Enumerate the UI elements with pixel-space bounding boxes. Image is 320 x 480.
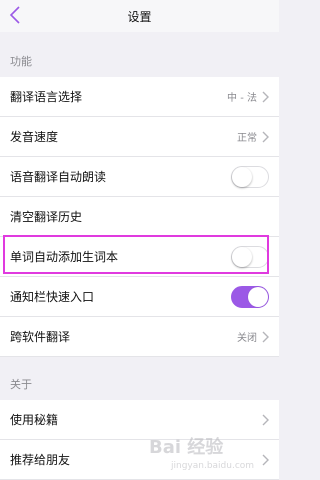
row-label: 使用秘籍 — [10, 413, 59, 427]
row-notification-shortcut: 通知栏快速入口 — [0, 277, 279, 317]
row-recommend-friends[interactable]: 推荐给朋友 — [0, 440, 279, 480]
chevron-right-icon — [262, 414, 269, 425]
section-header-features: 功能 — [10, 55, 32, 68]
row-label: 清空翻译历史 — [10, 210, 83, 224]
row-cross-app-translation[interactable]: 跨软件翻译 关闭 — [0, 317, 279, 357]
auto-add-vocabulary-toggle[interactable] — [231, 245, 269, 268]
section-header-about: 关于 — [10, 378, 32, 391]
chevron-right-icon — [262, 131, 269, 142]
page-title: 设置 — [127, 10, 152, 24]
row-usage-tips[interactable]: 使用秘籍 — [0, 400, 279, 440]
chevron-right-icon — [262, 454, 269, 465]
row-label: 推荐给朋友 — [10, 453, 71, 467]
chevron-right-icon — [262, 331, 269, 342]
row-label: 翻译语言选择 — [10, 90, 83, 104]
row-value: 关闭 — [237, 333, 257, 344]
chevron-right-icon — [262, 91, 269, 102]
row-value: 正常 — [237, 133, 257, 144]
row-label: 跨软件翻译 — [10, 330, 71, 344]
row-auto-add-vocabulary: 单词自动添加生词本 — [0, 237, 279, 277]
nav-bar: 设置 — [0, 0, 279, 32]
row-auto-read-voice-translation: 语音翻译自动朗读 — [0, 157, 279, 197]
row-label: 发音速度 — [10, 130, 59, 144]
row-label: 通知栏快速入口 — [10, 290, 95, 304]
row-label: 单词自动添加生词本 — [10, 250, 119, 264]
row-speech-speed[interactable]: 发音速度 正常 — [0, 117, 279, 157]
notification-shortcut-toggle[interactable] — [231, 285, 269, 308]
toggle-knob — [232, 246, 252, 267]
toggle-knob — [232, 166, 252, 187]
row-clear-history[interactable]: 清空翻译历史 — [0, 197, 279, 237]
toggle-knob — [248, 286, 268, 307]
row-label: 语音翻译自动朗读 — [10, 170, 107, 184]
row-translation-language[interactable]: 翻译语言选择 中 - 法 — [0, 77, 279, 117]
row-value: 中 - 法 — [227, 93, 257, 104]
auto-read-toggle[interactable] — [231, 165, 269, 188]
